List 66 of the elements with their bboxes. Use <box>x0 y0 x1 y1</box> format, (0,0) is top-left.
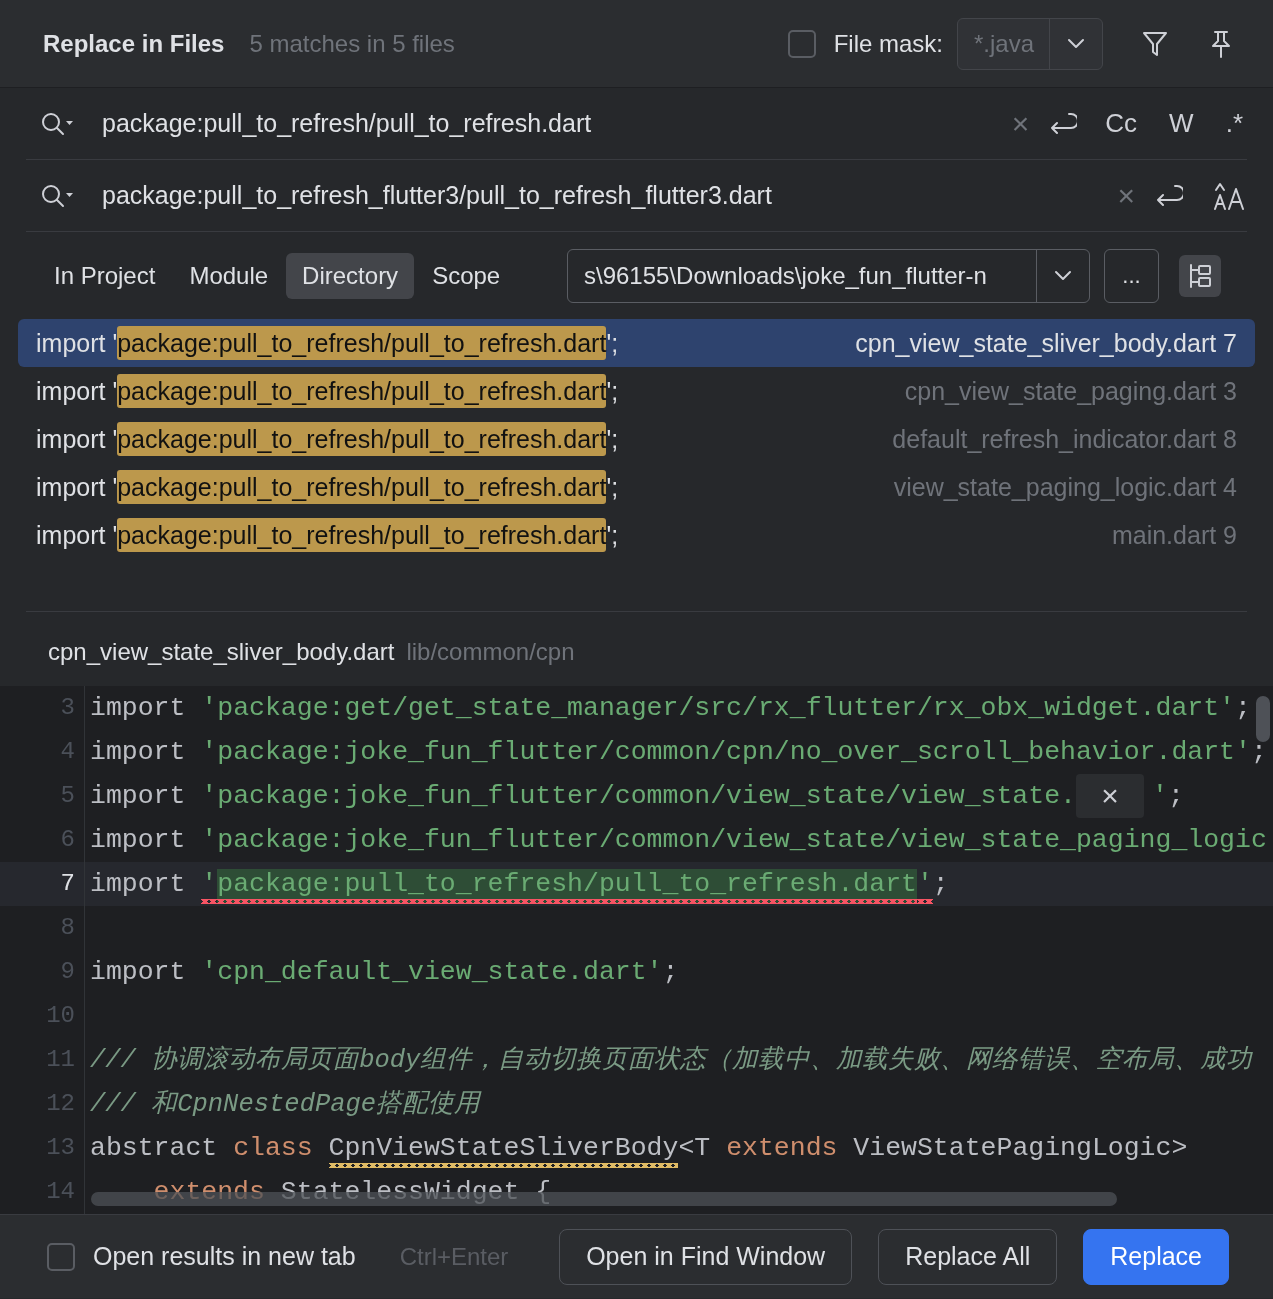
preview-file-name: cpn_view_state_sliver_body.dart <box>48 638 395 666</box>
code-token: ; <box>1250 737 1267 767</box>
file-mask-label: File mask: <box>833 29 943 58</box>
dialog-title: Replace in Files <box>43 29 225 58</box>
code-token: ' <box>1152 781 1168 811</box>
directory-combobox[interactable]: s\96155\Downloads\joke_fun_flutter-n <box>567 248 1090 303</box>
code-token: ; <box>1235 693 1251 723</box>
search-option-toggle[interactable]: .* <box>1221 106 1247 141</box>
new-tab-checkbox[interactable] <box>47 1242 75 1271</box>
code-token: <T <box>678 1133 712 1163</box>
code-comment: /// 和CpnNestedPage搭配使用 <box>90 1089 481 1119</box>
code-token: ; <box>662 957 679 987</box>
code-token: ' <box>916 869 933 904</box>
code-token: ; <box>932 869 949 899</box>
code-token: 'package:joke_fun_flutter/common/view_state/view_state. <box>201 781 1076 811</box>
preview-file-path: lib/common/cpn <box>406 638 575 666</box>
scope-tab[interactable]: In Project <box>38 252 172 299</box>
code-token: CpnViewStateSliverBody <box>328 1133 679 1168</box>
replace-field[interactable]: package:pull_to_refresh_flutter3/pull_to_refresh_flutter3.dart <box>102 181 1118 210</box>
vertical-scrollbar[interactable] <box>1256 696 1270 742</box>
search-icon[interactable] <box>40 110 76 137</box>
code-token: ViewStatePagingLogic> <box>853 1133 1188 1163</box>
code-token: StatelessWidget { <box>280 1177 552 1207</box>
code-token: ' <box>201 869 218 904</box>
result-file: cpn_view_state_sliver_body.dart 7 <box>855 328 1237 358</box>
close-button[interactable]: × <box>1076 774 1144 818</box>
search-icon[interactable] <box>40 182 76 209</box>
search-field[interactable]: package:pull_to_refresh/pull_to_refresh.dart <box>102 109 1012 138</box>
scope-tab[interactable]: Directory <box>286 252 415 299</box>
result-file: default_refresh_indicator.dart 8 <box>892 424 1237 454</box>
line-number: 7 <box>0 862 85 906</box>
code-token: extends <box>726 1133 839 1163</box>
code-token: ; <box>1167 781 1184 811</box>
code-token: import <box>90 825 187 855</box>
new-tab-label: Open results in new tab <box>93 1242 356 1271</box>
code-token: 'package:get/get_state_manager/src/rx_flutter/rx_obx_widget.dart' <box>201 693 1235 723</box>
filter-icon[interactable] <box>1141 29 1169 58</box>
scope-tab[interactable]: Scope <box>416 252 517 299</box>
chevron-down-icon <box>1066 37 1086 50</box>
dialog-button[interactable]: Replace All <box>878 1228 1058 1285</box>
browse-button[interactable]: ... <box>1104 248 1159 303</box>
preserve-case-icon[interactable] <box>1213 180 1247 211</box>
code-token: 'package:joke_fun_flutter/common/view_state/view_state_paging_logic <box>201 825 1267 855</box>
code-token: 'package:joke_fun_flutter/common/cpn/no_over_scroll_behavior.dart' <box>201 737 1251 767</box>
result-file: main.dart 9 <box>1111 520 1237 550</box>
scope-tab[interactable]: Module <box>173 252 285 299</box>
code-token: import <box>90 781 187 811</box>
replace-button[interactable]: Replace <box>1083 1228 1229 1285</box>
code-token: class <box>233 1133 314 1163</box>
code-token: import <box>90 693 187 723</box>
match-count: 5 matches in 5 files <box>249 29 455 58</box>
code-comment: /// 协调滚动布局页面body组件，自动切换页面状态（加载中、加载失败、网络错误、空布局、成功 <box>90 1045 1253 1075</box>
dialog-button[interactable]: Open in Find Window <box>559 1228 853 1285</box>
code-token: import <box>90 869 187 899</box>
code-token: package:pull_to_refresh/pull_to_refresh.dart <box>217 869 917 904</box>
result-file: cpn_view_state_paging.dart 3 <box>904 376 1237 406</box>
code-token: extends <box>152 1177 266 1207</box>
chevron-down-icon <box>1053 269 1073 282</box>
result-file: view_state_paging_logic.dart 4 <box>893 472 1237 502</box>
code-token: abstract <box>90 1133 219 1163</box>
code-token: import <box>90 957 187 987</box>
code-token: import <box>90 737 187 767</box>
search-option-toggle[interactable]: W <box>1165 106 1198 141</box>
code-token: 'cpn_default_view_state.dart' <box>201 957 663 987</box>
tree-view-button[interactable] <box>1179 254 1221 297</box>
search-option-toggle[interactable]: Cc <box>1101 106 1142 141</box>
